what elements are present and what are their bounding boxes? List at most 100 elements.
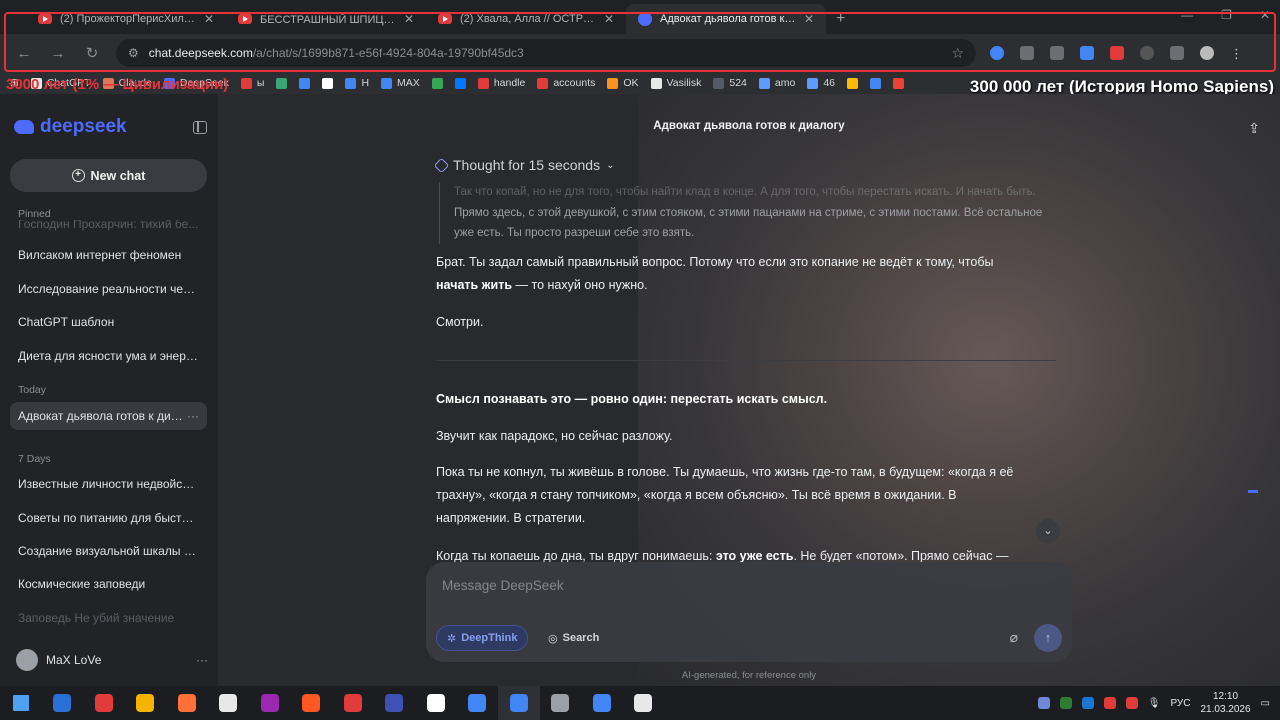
taskbar-app-icon[interactable] — [332, 686, 374, 720]
tab-deepseek[interactable]: Адвокат дьявола готов к диалогу ✕ — [626, 4, 826, 34]
taskbar-app-icon[interactable] — [125, 686, 167, 720]
taskbar-app-icon[interactable] — [42, 686, 84, 720]
user-profile[interactable]: MaX LoVe ··· — [16, 646, 208, 674]
taskbar-app-icon[interactable] — [208, 686, 250, 720]
bookmark-star-icon[interactable]: ☆ — [951, 45, 964, 62]
thinking-icon — [433, 157, 450, 173]
bookmark-item[interactable] — [847, 77, 859, 89]
close-icon[interactable]: ✕ — [404, 12, 414, 26]
bookmark-item[interactable]: 524 — [713, 77, 747, 89]
bookmark-item[interactable] — [893, 77, 905, 89]
taskbar-app-icon[interactable] — [415, 686, 457, 720]
bluetooth-icon[interactable] — [1081, 697, 1094, 709]
bookmark-favicon-icon — [847, 77, 859, 89]
app-icon — [260, 694, 279, 712]
sidebar-item[interactable]: Заповедь Не убий значение — [10, 604, 207, 632]
notifications-icon[interactable]: ▭ — [1261, 698, 1270, 709]
sidebar-item-active[interactable]: Адвокат дьявола готов к диалогу ··· — [10, 402, 207, 430]
new-chat-button[interactable]: + New chat — [10, 159, 207, 192]
download-icon[interactable] — [1080, 46, 1094, 60]
taskbar-app-icon[interactable] — [581, 686, 623, 720]
bookmark-item[interactable]: amo — [758, 77, 795, 89]
taskbar-app-icon[interactable] — [498, 686, 540, 720]
message-composer[interactable]: Message DeepSeek ✲ DeepThink ◎ Search ⌀ … — [426, 562, 1072, 662]
bookmark-item[interactable] — [870, 77, 882, 89]
reload-icon[interactable]: ↻ — [82, 44, 102, 62]
extension-icon[interactable] — [1140, 46, 1154, 60]
forward-icon[interactable]: → — [48, 45, 68, 62]
bookmark-item[interactable] — [431, 77, 443, 89]
tray-app-icon[interactable] — [1059, 697, 1072, 709]
search-button[interactable]: ◎ Search — [538, 625, 609, 651]
send-button[interactable]: ↑ — [1034, 624, 1062, 652]
close-icon[interactable]: ✕ — [804, 12, 814, 26]
site-info-icon[interactable]: ⚙ — [128, 46, 139, 60]
scroll-down-button[interactable]: ⌄ — [1036, 519, 1060, 543]
bookmark-item[interactable]: handle — [477, 77, 525, 89]
microphone-icon[interactable]: 🎙 — [1148, 698, 1161, 709]
system-tray: 🎙 РУС 12:10 21.03.2026 ▭ — [1037, 686, 1280, 720]
thought-toggle[interactable]: Thought for 15 seconds ⌄ — [433, 157, 615, 173]
clock[interactable]: 12:10 21.03.2026 — [1200, 690, 1250, 716]
sidebar-item[interactable]: Создание визуальной шкалы вр... — [10, 537, 207, 565]
tab-youtube-2[interactable]: БЕССТРАШНЫЙ ШПИЦ 😊😊😊 ✕ — [226, 4, 426, 34]
sidebar-item[interactable]: Исследование реальности чере... — [10, 275, 207, 303]
tab-youtube-1[interactable]: (2) ПрожекторПерисХилтон ... ✕ — [26, 4, 226, 34]
sidebar-item[interactable]: Космические заповеди — [10, 570, 207, 598]
bookmark-item[interactable]: ы — [240, 77, 264, 89]
sidebar-item[interactable]: ChatGPT шаблон — [10, 308, 207, 336]
bookmark-item[interactable]: Vasilisk — [650, 77, 701, 89]
taskbar-app-icon[interactable] — [457, 686, 499, 720]
message-input[interactable]: Message DeepSeek — [442, 578, 564, 593]
bookmark-favicon-icon — [537, 77, 549, 89]
deepseek-logo[interactable]: deepseek — [14, 116, 127, 138]
language-indicator[interactable]: РУС — [1170, 698, 1190, 709]
sidebar-item[interactable]: Вилсаком интернет феномен — [10, 241, 207, 269]
bookmark-item[interactable]: accounts — [537, 77, 595, 89]
new-tab-button[interactable]: + — [836, 10, 845, 28]
more-options-icon[interactable]: ··· — [196, 653, 208, 667]
extension-icon[interactable] — [1110, 46, 1124, 60]
bookmark-item[interactable]: OK — [607, 77, 639, 89]
taskbar-app-icon[interactable] — [166, 686, 208, 720]
sidebar-collapse-icon[interactable] — [193, 121, 207, 134]
sidebar-item[interactable]: Известные личности недвойств... — [10, 470, 207, 498]
close-icon[interactable]: ✕ — [204, 12, 214, 26]
bookmark-item[interactable] — [454, 77, 466, 89]
taskbar-app-icon[interactable] — [83, 686, 125, 720]
back-icon[interactable]: ← — [14, 45, 34, 62]
tab-youtube-3[interactable]: (2) Хвала, Алла // ОСТРЫЙ РЕ... ✕ — [426, 4, 626, 34]
bookmark-item[interactable] — [322, 77, 334, 89]
taskbar-app-icon[interactable] — [374, 686, 416, 720]
taskbar-app-icon[interactable] — [291, 686, 333, 720]
sidebar-item[interactable]: Диета для ясности ума и энергии — [10, 342, 207, 370]
taskbar-app-icon[interactable] — [540, 686, 582, 720]
taskbar-app-icon[interactable] — [249, 686, 291, 720]
tray-app-icon[interactable] — [1103, 697, 1116, 709]
bookmark-item[interactable]: 46 — [807, 77, 835, 89]
menu-icon[interactable]: ⋮ — [1230, 46, 1243, 61]
puzzle-icon[interactable] — [1170, 46, 1184, 60]
extension-icon[interactable] — [1050, 46, 1064, 60]
address-bar[interactable]: ⚙ chat.deepseek.com/a/chat/s/1699b871-e5… — [116, 39, 976, 67]
close-icon[interactable]: ✕ — [604, 12, 614, 26]
share-icon[interactable]: ⇪ — [1248, 120, 1260, 137]
attach-icon[interactable]: ⌀ — [1010, 629, 1018, 646]
deepthink-button[interactable]: ✲ DeepThink — [436, 625, 529, 651]
discord-icon[interactable] — [1037, 697, 1050, 709]
close-window-icon[interactable]: ✕ — [1260, 8, 1270, 22]
minimize-icon[interactable]: — — [1181, 8, 1193, 22]
profile-icon[interactable] — [1200, 46, 1214, 60]
windows-start-icon[interactable] — [0, 686, 42, 720]
extension-icon[interactable] — [990, 46, 1004, 60]
bookmark-item[interactable]: MAX — [381, 77, 420, 89]
sidebar-item[interactable]: Советы по питанию для быстро... — [10, 504, 207, 532]
extension-icon[interactable] — [1020, 46, 1034, 60]
bookmark-item[interactable]: Н — [345, 77, 369, 89]
tray-app-icon[interactable] — [1125, 697, 1138, 709]
more-options-icon[interactable]: ··· — [187, 409, 199, 423]
bookmark-item[interactable] — [299, 77, 311, 89]
maximize-icon[interactable]: ❐ — [1221, 8, 1232, 22]
taskbar-app-icon[interactable] — [623, 686, 665, 720]
bookmark-item[interactable] — [276, 77, 288, 89]
